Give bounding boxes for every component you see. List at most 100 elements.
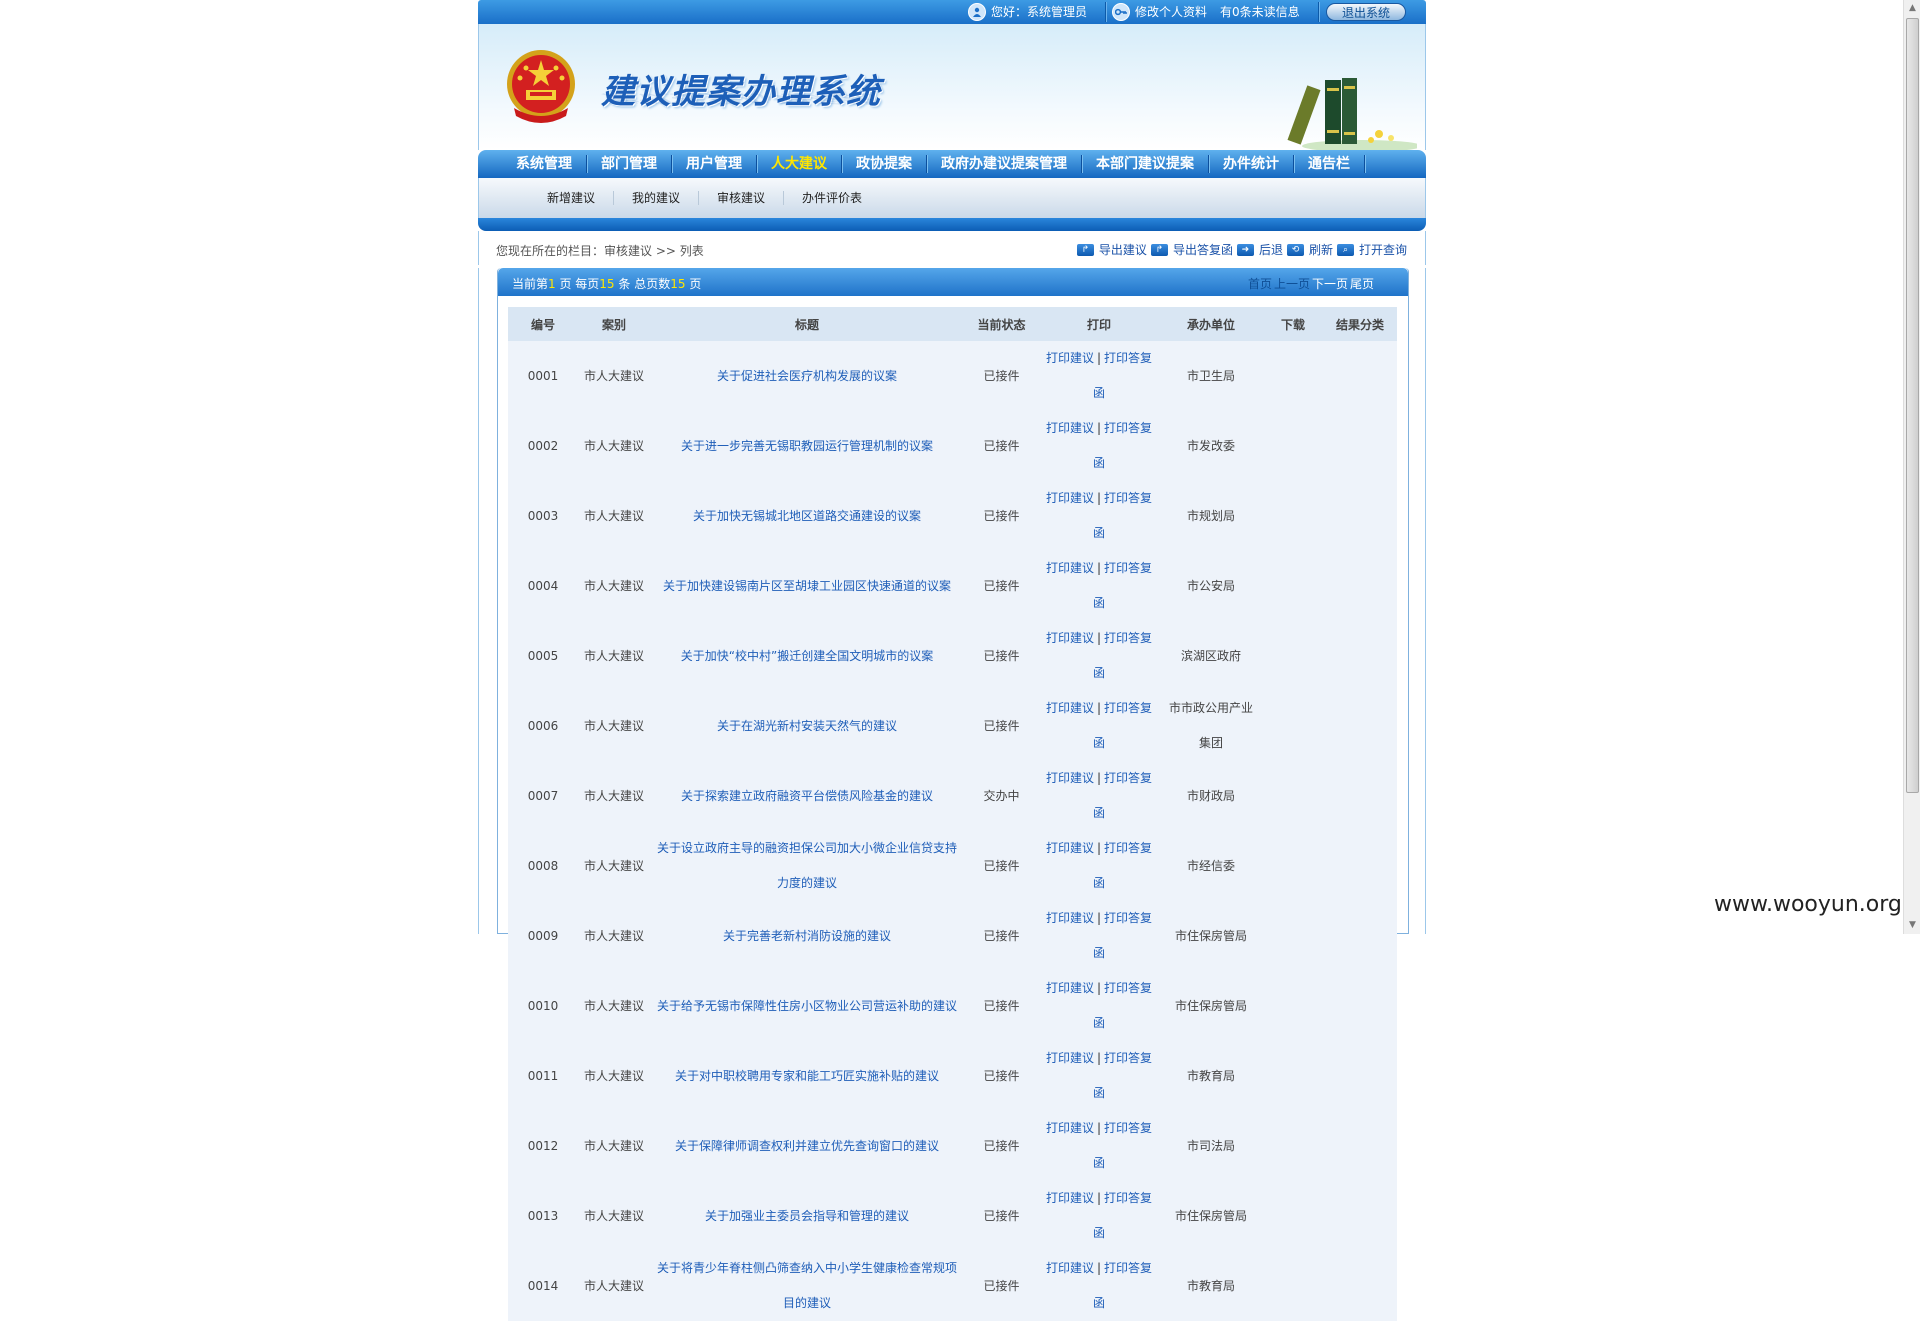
- divider: [1318, 2, 1320, 22]
- per-page: 15: [599, 277, 615, 291]
- cell-title-link[interactable]: 关于对中职校聘用专家和能工巧匠实施补贴的建议: [650, 1041, 964, 1111]
- col-header-unit: 承办单位: [1159, 307, 1263, 341]
- print-suggestion-link[interactable]: 打印建议: [1046, 841, 1094, 855]
- export-suggestion-link[interactable]: 导出建议: [1099, 241, 1147, 258]
- cell-title-link[interactable]: 关于促进社会医疗机构发展的议案: [650, 341, 964, 411]
- first-page-link[interactable]: 首页: [1248, 275, 1272, 292]
- refresh-link[interactable]: 刷新: [1309, 241, 1333, 258]
- nav-item-notices[interactable]: 通告栏: [1294, 155, 1365, 173]
- print-suggestion-link[interactable]: 打印建议: [1046, 911, 1094, 925]
- subnav-evaluation-form[interactable]: 办件评价表: [784, 191, 880, 205]
- nav-item-cppcc-proposals[interactable]: 政协提案: [842, 155, 927, 173]
- print-suggestion-link[interactable]: 打印建议: [1046, 1051, 1094, 1065]
- print-reply-link[interactable]: 打印答复函: [1093, 981, 1152, 1030]
- cell-unit: 市卫生局: [1186, 368, 1235, 383]
- scrollbar-thumb[interactable]: [1906, 18, 1919, 793]
- last-page-link[interactable]: 尾页: [1350, 275, 1374, 292]
- print-suggestion-link[interactable]: 打印建议: [1046, 421, 1094, 435]
- nav-item-gov-office[interactable]: 政府办建议提案管理: [927, 155, 1082, 173]
- nav-item-statistics[interactable]: 办件统计: [1209, 155, 1294, 173]
- cell-download: [1263, 1111, 1323, 1181]
- print-reply-link[interactable]: 打印答复函: [1093, 491, 1152, 540]
- open-query-link[interactable]: 打开查询: [1359, 241, 1407, 258]
- cell-title-link[interactable]: 关于给予无锡市保障性住房小区物业公司营运补助的建议: [650, 971, 964, 1041]
- print-suggestion-link[interactable]: 打印建议: [1046, 1191, 1094, 1205]
- cell-title-link[interactable]: 关于完善老新村消防设施的建议: [650, 901, 964, 971]
- cell-status: 已接件: [983, 368, 1020, 383]
- print-reply-link[interactable]: 打印答复函: [1093, 771, 1152, 820]
- back-link[interactable]: 后退: [1259, 241, 1283, 258]
- cell-status: 已接件: [983, 928, 1020, 943]
- export-icon: ↱: [1150, 243, 1168, 256]
- cell-download: [1263, 1041, 1323, 1111]
- pagination-links: 首页 上一页 下一页 尾页: [1248, 275, 1374, 292]
- logout-button[interactable]: 退出系统: [1326, 3, 1406, 21]
- subnav-review-suggestions[interactable]: 审核建议: [699, 191, 785, 205]
- cell-title-link[interactable]: 关于将青少年脊柱侧凸筛查纳入中小学生健康检查常规项目的建议: [650, 1251, 964, 1321]
- print-reply-link[interactable]: 打印答复函: [1093, 351, 1152, 400]
- cell-status: 已接件: [983, 508, 1020, 523]
- cell-title-link[interactable]: 关于加快无锡城北地区道路交通建设的议案: [650, 481, 964, 551]
- scroll-up-arrow-icon[interactable]: ▲: [1904, 0, 1920, 17]
- subnav-my-suggestions[interactable]: 我的建议: [614, 191, 700, 205]
- cell-download: [1263, 411, 1323, 481]
- cell-type: 市人大建议: [583, 788, 644, 803]
- cell-unit: 市经信委: [1186, 858, 1235, 873]
- export-reply-link[interactable]: 导出答复函: [1173, 241, 1233, 258]
- next-page-link[interactable]: 下一页: [1312, 275, 1348, 292]
- cell-id: 0012: [527, 1138, 559, 1153]
- cell-id: 0003: [527, 508, 559, 523]
- print-reply-link[interactable]: 打印答复函: [1093, 841, 1152, 890]
- nav-item-department[interactable]: 部门管理: [587, 155, 672, 173]
- cell-title-link[interactable]: 关于加强业主委员会指导和管理的建议: [650, 1181, 964, 1251]
- cell-title-link[interactable]: 关于加快建设锡南片区至胡埭工业园区快速通道的议案: [650, 551, 964, 621]
- print-suggestion-link[interactable]: 打印建议: [1046, 1121, 1094, 1135]
- subnav-add-suggestion[interactable]: 新增建议: [529, 191, 615, 205]
- print-reply-link[interactable]: 打印答复函: [1093, 561, 1152, 610]
- cell-unit: 市司法局: [1186, 1138, 1235, 1153]
- cell-title-link[interactable]: 关于设立政府主导的融资担保公司加大小微企业信贷支持力度的建议: [650, 831, 964, 901]
- watermark: www.wooyun.org: [1714, 892, 1902, 917]
- print-suggestion-link[interactable]: 打印建议: [1046, 561, 1094, 575]
- prev-page-link[interactable]: 上一页: [1274, 275, 1310, 292]
- cell-title-link[interactable]: 关于保障律师调查权利并建立优先查询窗口的建议: [650, 1111, 964, 1181]
- print-reply-link[interactable]: 打印答复函: [1093, 631, 1152, 680]
- unread-label[interactable]: 有0条未读信息: [1220, 0, 1300, 24]
- print-reply-link[interactable]: 打印答复函: [1093, 1051, 1152, 1100]
- table-row: 0011 市人大建议 关于对中职校聘用专家和能工巧匠实施补贴的建议 已接件 打印建议 | 打…: [508, 1041, 1397, 1111]
- col-header-download: 下载: [1263, 307, 1323, 341]
- cell-title-link[interactable]: 关于探索建立政府融资平台偿债风险基金的建议: [650, 761, 964, 831]
- print-reply-link[interactable]: 打印答复函: [1093, 1121, 1152, 1170]
- print-suggestion-link[interactable]: 打印建议: [1046, 771, 1094, 785]
- cell-unit: 市市政公用产业集团: [1168, 701, 1253, 750]
- nav-item-system[interactable]: 系统管理: [502, 155, 587, 173]
- print-reply-link[interactable]: 打印答复函: [1093, 1261, 1152, 1310]
- print-reply-link[interactable]: 打印答复函: [1093, 421, 1152, 470]
- print-suggestion-link[interactable]: 打印建议: [1046, 631, 1094, 645]
- print-suggestion-link[interactable]: 打印建议: [1046, 1261, 1094, 1275]
- scroll-down-arrow-icon[interactable]: ▼: [1904, 917, 1920, 934]
- cell-unit: 市住保房管局: [1174, 928, 1247, 943]
- print-suggestion-link[interactable]: 打印建议: [1046, 491, 1094, 505]
- cell-type: 市人大建议: [583, 508, 644, 523]
- cell-title-link[interactable]: 关于在湖光新村安装天然气的建议: [650, 691, 964, 761]
- print-suggestion-link[interactable]: 打印建议: [1046, 351, 1094, 365]
- edit-profile-link[interactable]: 修改个人资料: [1112, 0, 1207, 24]
- cell-title-link[interactable]: 关于加快“校中村”搬迁创建全国文明城市的议案: [650, 621, 964, 691]
- nav-item-dept-proposals[interactable]: 本部门建议提案: [1082, 155, 1209, 173]
- vertical-scrollbar[interactable]: ▲ ▼: [1903, 0, 1920, 934]
- cell-id: 0010: [527, 998, 559, 1013]
- edit-profile-label[interactable]: 修改个人资料: [1135, 0, 1207, 24]
- print-reply-link[interactable]: 打印答复函: [1093, 1191, 1152, 1240]
- cell-title-link[interactable]: 关于进一步完善无锡职教园运行管理机制的议案: [650, 411, 964, 481]
- user-icon: [968, 3, 986, 21]
- print-suggestion-link[interactable]: 打印建议: [1046, 701, 1094, 715]
- nav-item-npc-suggestions[interactable]: 人大建议: [757, 155, 842, 173]
- key-icon: [1112, 3, 1130, 21]
- unread-messages-link[interactable]: 有0条未读信息: [1220, 0, 1300, 24]
- print-reply-link[interactable]: 打印答复函: [1093, 701, 1152, 750]
- greeting-text: 您好：系统管理员: [991, 5, 1088, 19]
- print-suggestion-link[interactable]: 打印建议: [1046, 981, 1094, 995]
- print-reply-link[interactable]: 打印答复函: [1093, 911, 1152, 960]
- nav-item-users[interactable]: 用户管理: [672, 155, 757, 173]
